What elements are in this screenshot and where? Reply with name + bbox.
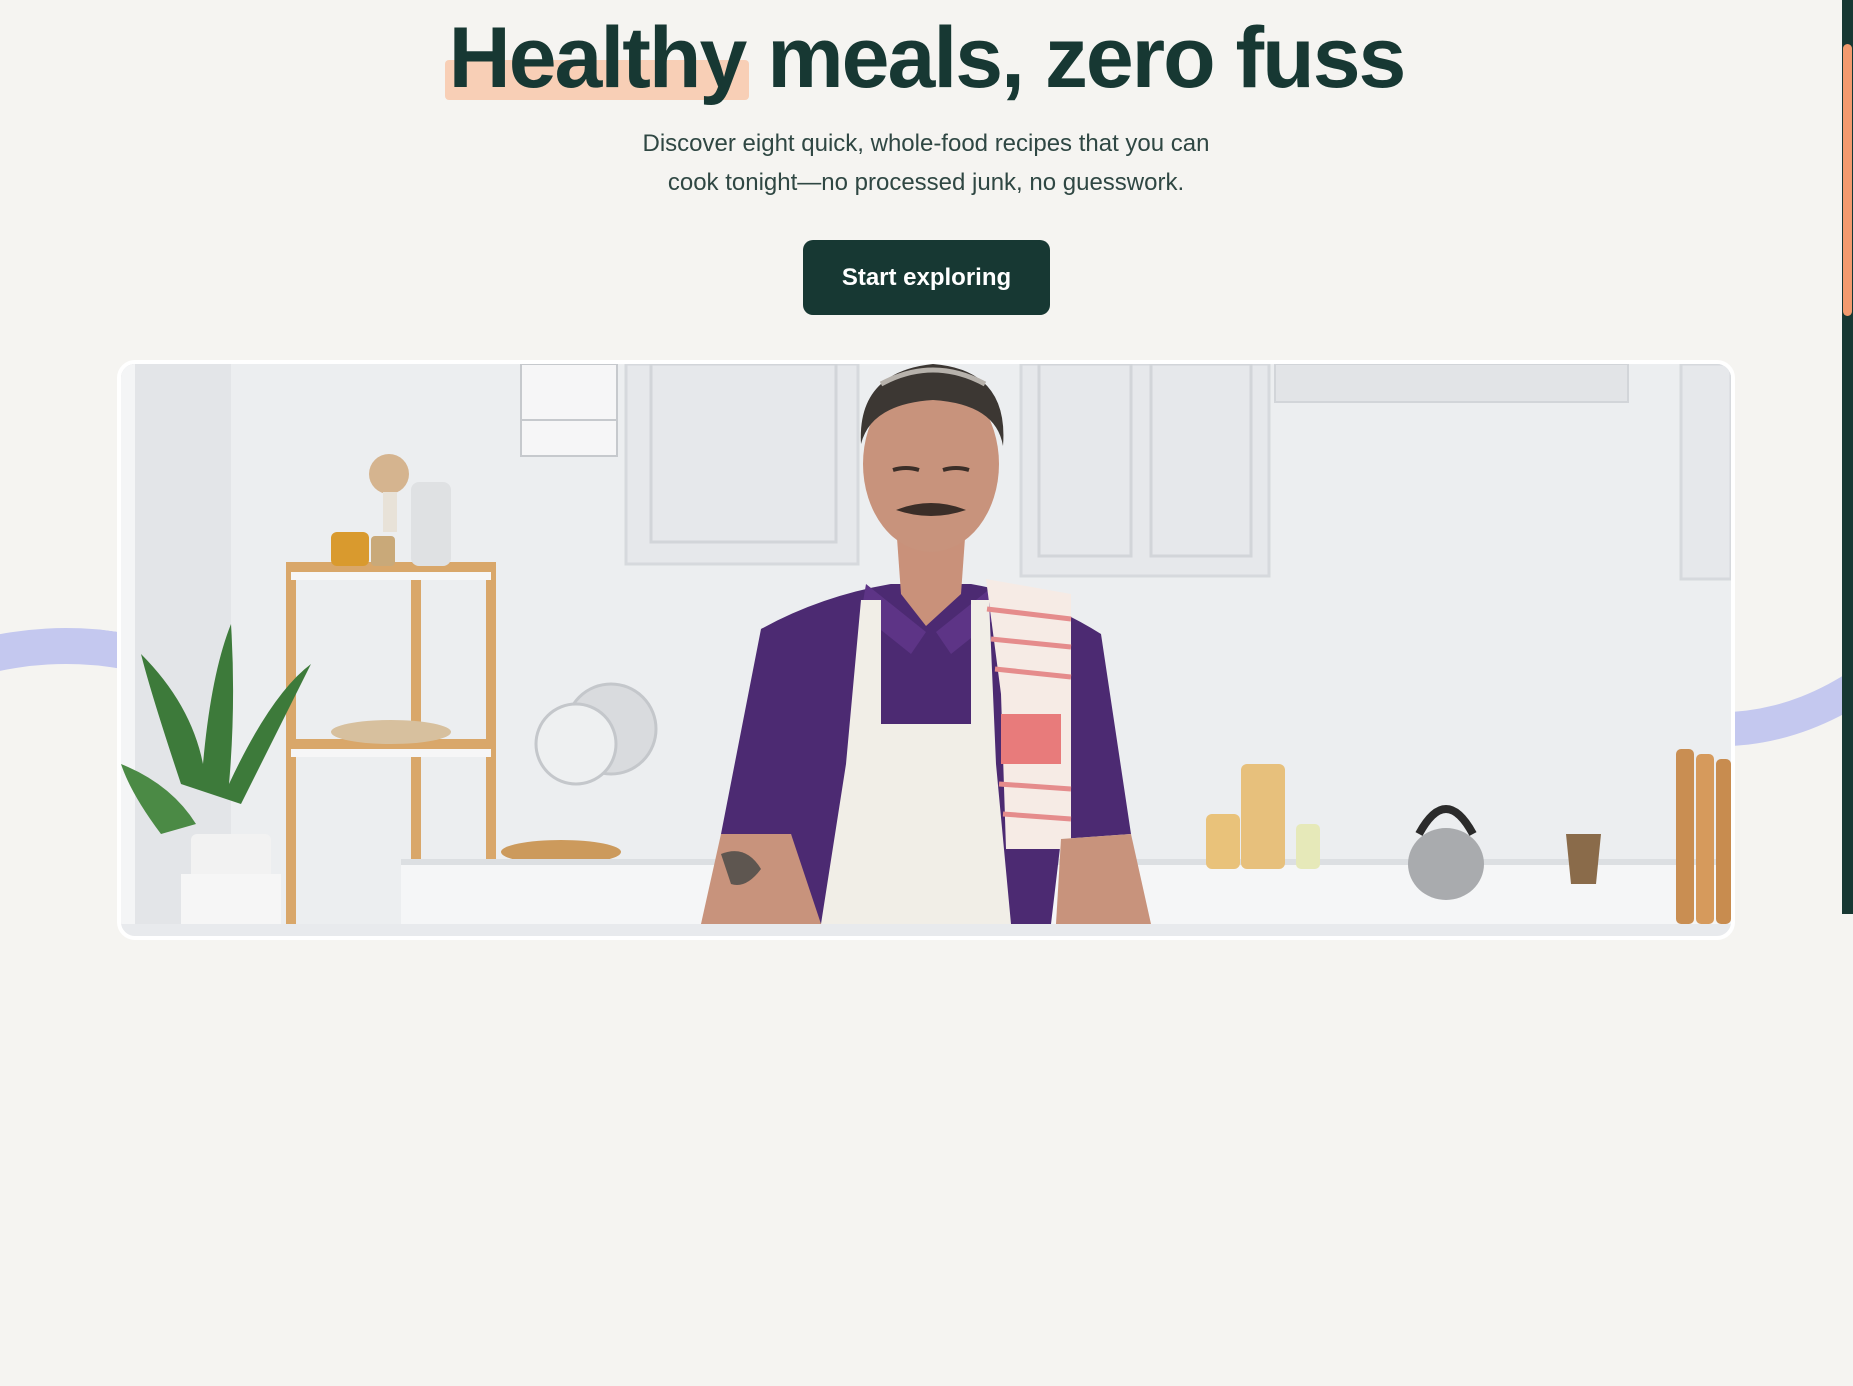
start-exploring-button[interactable]: Start exploring (803, 240, 1050, 315)
hero-title: Healthy meals, zero fuss (0, 8, 1853, 108)
scrollbar-thumb[interactable] (1843, 44, 1852, 316)
page-scrollbar[interactable] (1842, 0, 1853, 914)
man-cooking-photo (121, 364, 1731, 924)
hero-title-highlight: Healthy (444, 10, 749, 106)
hero-title-rest: meals, zero fuss (767, 10, 1406, 106)
hero-subtitle: Discover eight quick, whole-food recipes… (642, 130, 1210, 196)
hero-image-card (117, 360, 1735, 940)
